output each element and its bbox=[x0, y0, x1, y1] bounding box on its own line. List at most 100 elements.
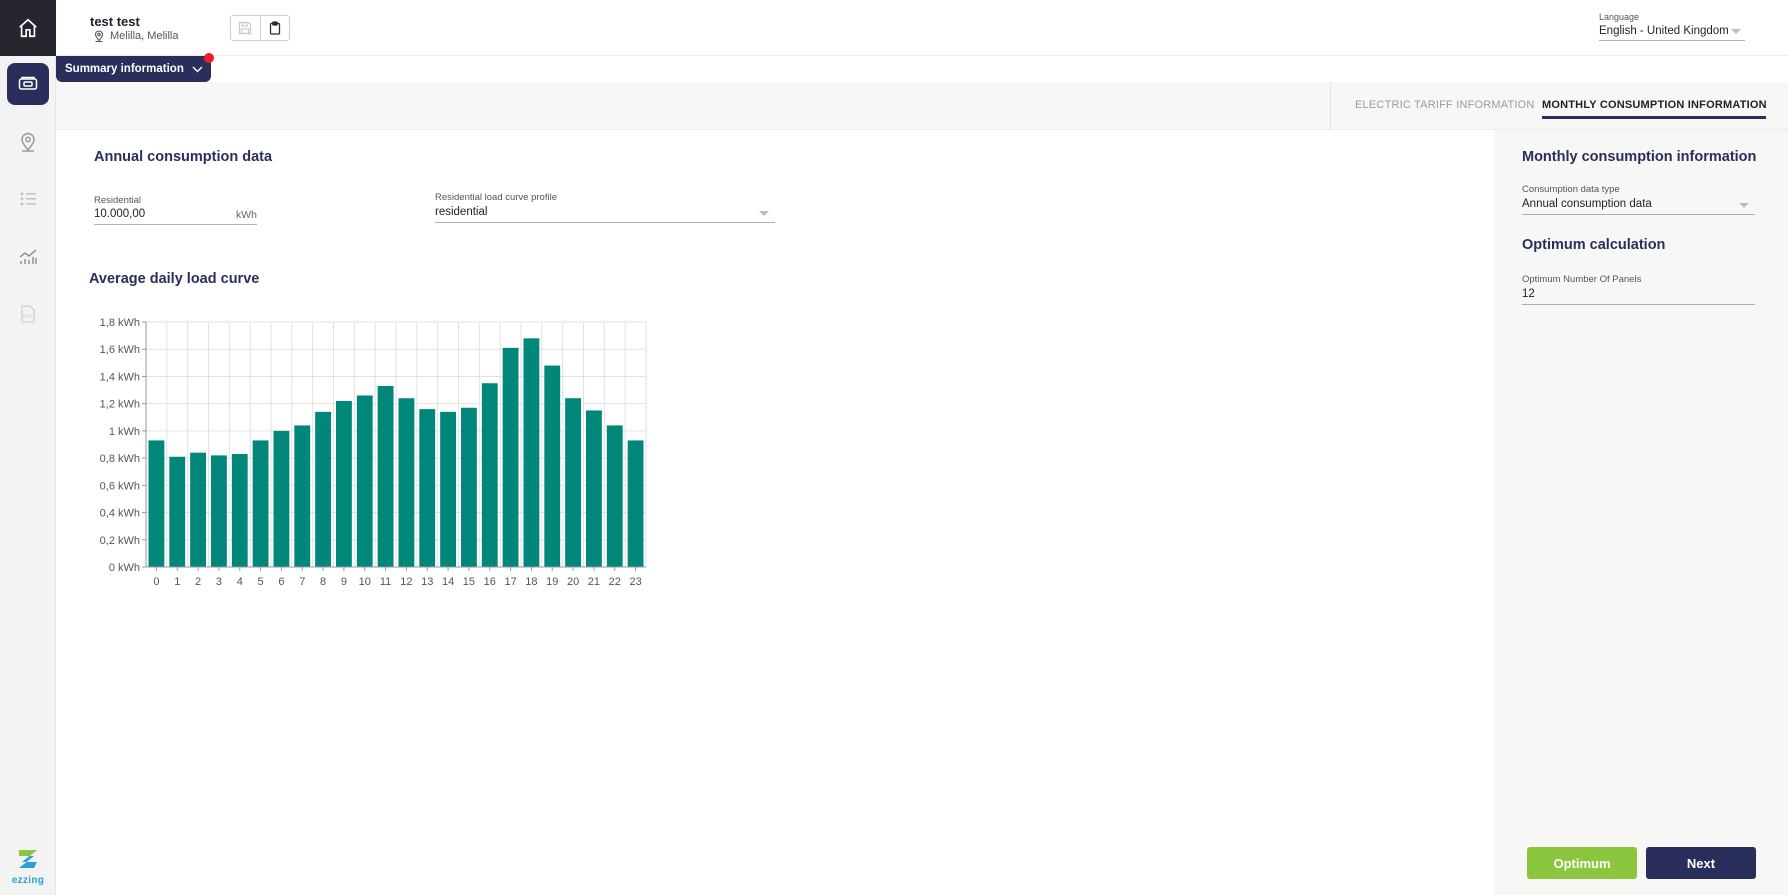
x-tick-label: 19 bbox=[546, 576, 558, 588]
y-tick-label: 0,4 kWh bbox=[100, 508, 140, 520]
load-curve-chart: 0 kWh 0,2 kWh 0,4 kWh 0,6 kWh 0,8 kWh 1 kWh 1,… bbox=[100, 317, 647, 588]
bar bbox=[544, 365, 561, 567]
language-select[interactable]: English - United Kingdom bbox=[1599, 25, 1745, 41]
bar bbox=[461, 407, 477, 567]
x-tick-label: 20 bbox=[567, 576, 579, 588]
y-tick-label: 0 kWh bbox=[109, 562, 140, 574]
bar bbox=[190, 452, 206, 567]
x-tick-label: 23 bbox=[629, 576, 641, 588]
chart-title: Average daily load curve bbox=[89, 271, 260, 287]
residential-unit: kWh bbox=[236, 209, 257, 221]
bar bbox=[502, 347, 519, 567]
ezzing-logo-icon bbox=[19, 850, 37, 868]
sidebar: PDF ezzing bbox=[0, 0, 56, 895]
language-label: Language bbox=[1599, 12, 1640, 22]
x-tick-label: 12 bbox=[400, 576, 412, 588]
bar bbox=[252, 440, 269, 567]
sidebar-item-wallet[interactable] bbox=[7, 63, 49, 105]
x-tick-label: 3 bbox=[216, 576, 222, 588]
sidebar-item-chart[interactable] bbox=[7, 236, 49, 278]
optimum-button[interactable]: Optimum bbox=[1527, 847, 1637, 879]
x-tick-label: 10 bbox=[359, 576, 371, 588]
location-pin-icon bbox=[94, 30, 104, 42]
bar bbox=[419, 409, 436, 567]
user-name: test test bbox=[90, 14, 140, 29]
x-tick-label: 8 bbox=[320, 576, 326, 588]
chart-icon bbox=[19, 249, 37, 264]
consumption-type-label: Consumption data type bbox=[1522, 184, 1620, 195]
y-tick-label: 1,2 kWh bbox=[100, 399, 140, 411]
y-tick-label: 0,6 kWh bbox=[100, 480, 140, 492]
x-tick-label: 15 bbox=[463, 576, 475, 588]
x-tick-label: 1 bbox=[174, 576, 180, 588]
bar bbox=[148, 440, 165, 567]
annual-consumption-title: Annual consumption data bbox=[94, 149, 273, 165]
bar bbox=[231, 454, 248, 567]
bar bbox=[440, 411, 456, 567]
bar bbox=[315, 411, 331, 567]
pdf-icon: PDF bbox=[21, 305, 35, 323]
bar bbox=[523, 338, 540, 567]
x-tick-label: 7 bbox=[299, 576, 305, 588]
summary-information-toggle[interactable]: Summary information bbox=[56, 56, 211, 82]
sidebar-item-location[interactable] bbox=[7, 121, 49, 163]
x-tick-label: 17 bbox=[504, 576, 516, 588]
sidebar-item-list[interactable] bbox=[7, 178, 49, 220]
next-button[interactable]: Next bbox=[1646, 847, 1756, 879]
load-curve-profile-select[interactable]: residential bbox=[435, 206, 775, 223]
y-tick-label: 0,2 kWh bbox=[100, 535, 140, 547]
y-tick-label: 1,4 kWh bbox=[100, 371, 140, 383]
tab-electric-tariff[interactable]: ELECTRIC TARIFF INFORMATION bbox=[1355, 99, 1535, 111]
notification-dot bbox=[204, 53, 214, 63]
x-tick-label: 13 bbox=[421, 576, 433, 588]
x-tick-label: 4 bbox=[237, 576, 243, 588]
wallet-icon bbox=[18, 76, 38, 90]
bar bbox=[294, 425, 311, 567]
tab-bar: ELECTRIC TARIFF INFORMATION MONTHLY CONS… bbox=[56, 82, 1788, 130]
x-tick-label: 14 bbox=[442, 576, 454, 588]
optimum-calculation-title: Optimum calculation bbox=[1522, 237, 1666, 253]
x-tick-label: 0 bbox=[153, 576, 159, 588]
home-icon bbox=[19, 18, 37, 38]
chevron-down-icon bbox=[1739, 203, 1749, 208]
user-location: Melilla, Melilla bbox=[94, 30, 178, 42]
bar bbox=[273, 430, 290, 567]
list-icon bbox=[20, 192, 36, 206]
bar bbox=[627, 440, 644, 567]
x-tick-label: 9 bbox=[341, 576, 347, 588]
x-tick-label: 22 bbox=[609, 576, 621, 588]
residential-input[interactable]: 10.000,00 kWh bbox=[94, 208, 257, 225]
ezzing-logo: ezzing bbox=[8, 848, 48, 886]
x-tick-label: 6 bbox=[278, 576, 284, 588]
chevron-down-icon bbox=[192, 66, 203, 72]
consumption-type-select[interactable]: Annual consumption data bbox=[1522, 198, 1755, 215]
x-tick-label: 2 bbox=[195, 576, 201, 588]
bar bbox=[356, 395, 373, 567]
x-tick-label: 21 bbox=[588, 576, 600, 588]
tab-separator bbox=[1330, 82, 1331, 130]
clipboard-icon bbox=[269, 21, 281, 35]
active-tab-indicator bbox=[1542, 116, 1766, 119]
tab-monthly-consumption[interactable]: MONTHLY CONSUMPTION INFORMATION bbox=[1542, 99, 1767, 111]
y-tick-label: 1,8 kWh bbox=[100, 317, 140, 329]
load-curve-profile-label: Residential load curve profile bbox=[435, 192, 557, 203]
panels-label: Optimum Number Of Panels bbox=[1522, 274, 1642, 285]
bar bbox=[606, 425, 623, 567]
bar bbox=[169, 456, 186, 567]
save-button[interactable] bbox=[231, 16, 260, 40]
x-tick-label: 11 bbox=[380, 576, 391, 588]
panels-input[interactable]: 12 bbox=[1522, 288, 1755, 305]
y-tick-label: 1 kWh bbox=[109, 426, 140, 438]
monthly-consumption-title: Monthly consumption information bbox=[1522, 149, 1757, 165]
bar bbox=[336, 400, 352, 567]
x-tick-label: 16 bbox=[484, 576, 496, 588]
chevron-down-icon bbox=[759, 211, 769, 216]
sidebar-item-pdf[interactable]: PDF bbox=[7, 293, 49, 335]
header: test test Melilla, Melilla Language Engl… bbox=[56, 0, 1788, 56]
save-icon bbox=[239, 21, 252, 35]
residential-label: Residential bbox=[94, 195, 141, 206]
x-tick-label: 5 bbox=[258, 576, 264, 588]
clipboard-button[interactable] bbox=[259, 16, 289, 40]
bar bbox=[586, 410, 602, 567]
home-button[interactable] bbox=[0, 0, 56, 56]
